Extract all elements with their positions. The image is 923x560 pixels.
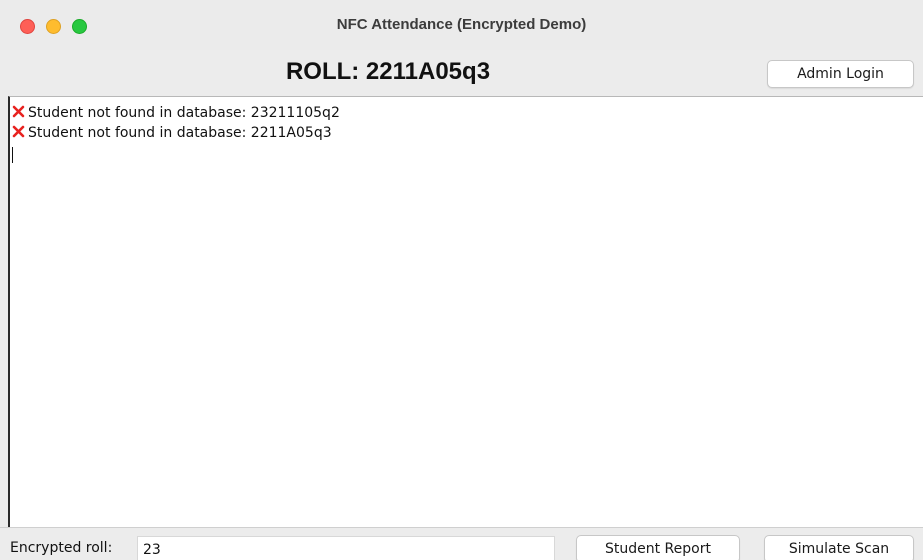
- log-line-text: Student not found in database: 2211A05q3: [28, 125, 332, 141]
- current-roll-label: ROLL: 2211A05q3: [285, 58, 491, 85]
- cross-mark-icon: [12, 105, 25, 118]
- encrypted-roll-input[interactable]: [137, 536, 555, 560]
- text-caret: [12, 147, 13, 163]
- admin-login-button[interactable]: Admin Login: [767, 60, 914, 88]
- simulate-scan-button[interactable]: Simulate Scan: [764, 535, 914, 560]
- footer-panel: Encrypted roll: Student Report Simulate …: [0, 527, 923, 560]
- log-line: Student not found in database: 23211105q…: [12, 105, 340, 123]
- app-window: NFC Attendance (Encrypted Demo) ROLL: 22…: [0, 0, 923, 560]
- header-panel: ROLL: 2211A05q3 Admin Login: [0, 50, 923, 96]
- log-text-area[interactable]: Student not found in database: 23211105q…: [8, 96, 923, 527]
- log-line: Student not found in database: 2211A05q3: [12, 125, 332, 143]
- log-line-text: Student not found in database: 23211105q…: [28, 105, 340, 121]
- encrypted-roll-label: Encrypted roll:: [10, 540, 113, 556]
- window-title: NFC Attendance (Encrypted Demo): [336, 16, 587, 33]
- title-bar: NFC Attendance (Encrypted Demo): [0, 0, 923, 51]
- cross-mark-icon: [12, 125, 25, 138]
- student-report-button[interactable]: Student Report: [576, 535, 740, 560]
